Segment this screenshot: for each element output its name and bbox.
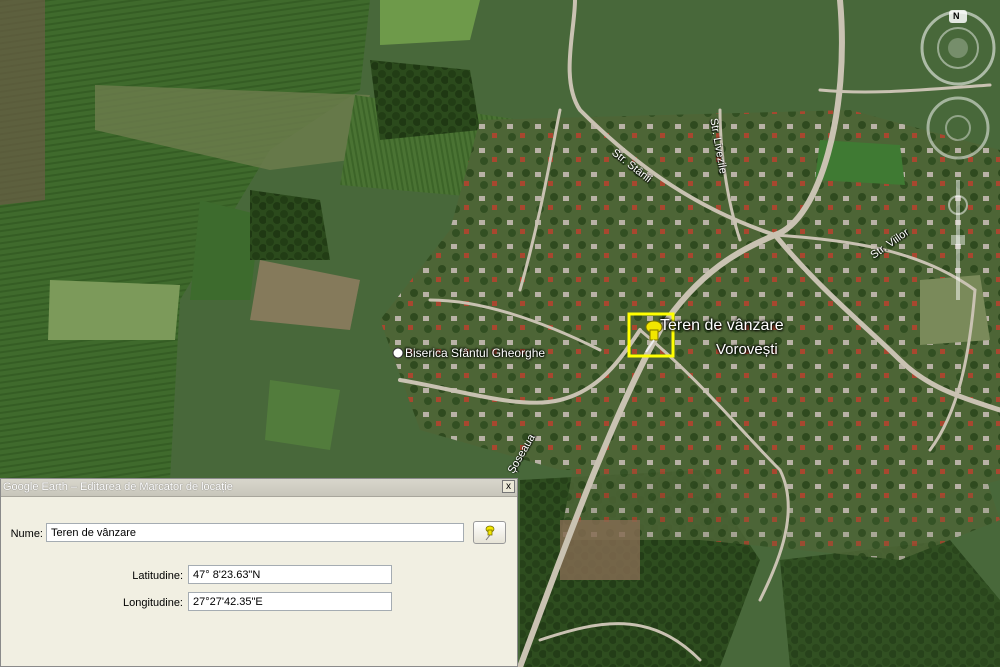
church-label[interactable]: Biserica Sfântul Gheorghe [405,346,545,360]
name-label: Nume: [10,528,43,540]
name-input[interactable] [46,523,464,542]
latitude-input[interactable] [188,565,392,584]
compass-north-letter: N [953,11,960,21]
church-marker-icon [392,347,404,359]
dialog-titlebar[interactable]: Google Earth – Editarea de Marcator de l… [1,479,517,497]
close-button[interactable]: x [502,480,515,493]
placemark-icon-button[interactable] [473,521,506,544]
village-label: Vorovești [716,341,778,358]
placemark-label[interactable]: Teren de vânzare [660,317,784,335]
pushpin-icon [485,525,495,541]
latitude-label: Latitudine: [132,570,183,582]
dialog-title: Google Earth – Editarea de Marcator de l… [3,481,233,493]
longitude-input[interactable] [188,592,392,611]
longitude-label: Longitudine: [123,597,183,609]
placemark-edit-dialog: Google Earth – Editarea de Marcator de l… [0,478,518,667]
